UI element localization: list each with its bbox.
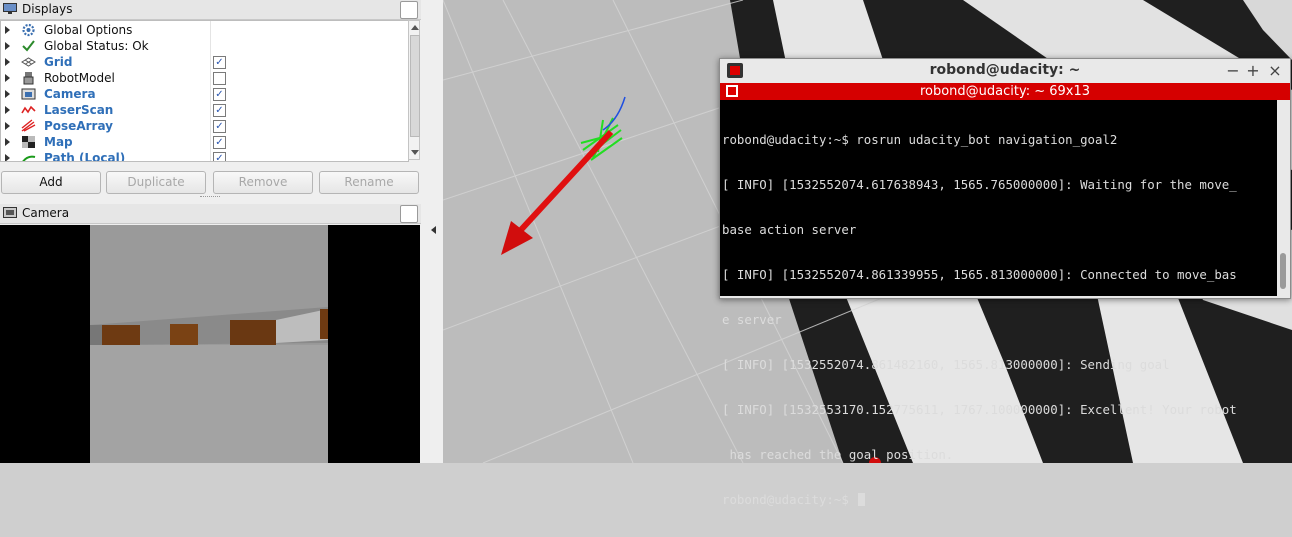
expand-arrow-icon[interactable] <box>5 58 10 66</box>
terminal-line: has reached the goal position. <box>722 447 954 462</box>
display-enabled-checkbox[interactable]: ✓ <box>213 88 226 101</box>
camera-image <box>0 225 420 463</box>
left-panel: Displays Global Options Global Status: Ok… <box>0 0 421 463</box>
expand-arrow-icon[interactable] <box>5 106 10 114</box>
terminal-line: e server <box>722 312 782 327</box>
displays-panel-header: Displays <box>0 0 421 20</box>
terminal-window[interactable]: robond@udacity: ~ − + × robond@udacity: … <box>719 58 1291 507</box>
display-item[interactable]: PoseArray ✓ <box>1 118 408 134</box>
display-item-label: Map <box>44 135 73 149</box>
terminal-scrollbar-thumb[interactable] <box>1280 253 1286 289</box>
terminal-line: robond@udacity:~$ rosrun udacity_bot nav… <box>722 132 1118 147</box>
display-item-label: RobotModel <box>44 71 115 85</box>
camera-panel-float-toggle[interactable] <box>400 205 418 223</box>
display-enabled-checkbox[interactable]: ✓ <box>213 120 226 133</box>
displays-tree-scrollbar[interactable] <box>408 20 420 160</box>
expand-arrow-icon[interactable] <box>5 138 10 146</box>
display-item[interactable]: Camera ✓ <box>1 86 408 102</box>
display-item[interactable]: Global Status: Ok <box>1 38 408 54</box>
scrollbar-thumb[interactable] <box>410 35 420 137</box>
minimize-button[interactable]: − <box>1225 61 1241 80</box>
display-item-label: PoseArray <box>44 119 113 133</box>
camera-scene <box>90 225 328 463</box>
display-enabled-checkbox[interactable]: ✓ <box>213 152 226 161</box>
terminal-window-title: robond@udacity: ~ <box>929 62 1081 78</box>
display-item-label: Path (Local) <box>44 151 126 162</box>
expand-arrow-icon[interactable] <box>5 122 10 130</box>
panel-resize-grip[interactable] <box>200 196 220 201</box>
display-item-label: Global Options <box>44 23 133 37</box>
terminal-line: [ INFO] [1532553170.152775611, 1767.1000… <box>722 402 1237 417</box>
scroll-up-icon[interactable] <box>411 25 419 30</box>
display-item[interactable]: LaserScan ✓ <box>1 102 408 118</box>
terminal-line: [ INFO] [1532552074.861339955, 1565.8130… <box>722 267 1237 282</box>
monitor-icon <box>3 3 17 14</box>
display-enabled-checkbox[interactable] <box>213 72 226 85</box>
display-enabled-checkbox[interactable]: ✓ <box>213 104 226 117</box>
display-item-label: Grid <box>44 55 73 69</box>
display-item[interactable]: Grid ✓ <box>1 54 408 70</box>
terminal-tab-title[interactable]: robond@udacity: ~ 69x13 <box>720 83 1290 100</box>
displays-panel-float-toggle[interactable] <box>400 1 418 19</box>
display-item[interactable]: Global Options <box>1 22 408 38</box>
terminal-cursor <box>858 493 866 506</box>
terminal-prompt: robond@udacity:~$ <box>722 492 857 507</box>
terminal-output: robond@udacity:~$ rosrun udacity_bot nav… <box>722 102 1237 537</box>
expand-arrow-icon[interactable] <box>5 42 10 50</box>
displays-tree: Global Options Global Status: Ok Grid ✓ Robo… <box>0 20 409 162</box>
maximize-button[interactable]: + <box>1245 61 1261 80</box>
remove-button[interactable]: Remove <box>213 171 313 194</box>
terminal-prompt-line: robond@udacity:~$ <box>722 492 1237 507</box>
camera-panel-header: Camera <box>0 204 421 224</box>
expand-arrow-icon[interactable] <box>5 154 10 161</box>
displays-panel-title: Displays <box>22 2 73 16</box>
display-enabled-checkbox[interactable]: ✓ <box>213 56 226 69</box>
display-item-label: LaserScan <box>44 103 114 117</box>
scroll-down-icon[interactable] <box>411 150 419 155</box>
display-item[interactable]: Map ✓ <box>1 134 408 150</box>
display-item[interactable]: Path (Local) ✓ <box>1 150 408 162</box>
panel-splitter[interactable] <box>421 0 443 463</box>
camera-panel-icon <box>3 207 17 218</box>
camera-panel-title: Camera <box>22 206 70 220</box>
terminal-line: [ INFO] [1532552074.861482160, 1565.8130… <box>722 357 1170 372</box>
add-button[interactable]: Add <box>1 171 101 194</box>
display-item-label: Camera <box>44 87 96 101</box>
display-item[interactable]: RobotModel <box>1 70 408 86</box>
terminal-line: [ INFO] [1532552074.617638943, 1565.7650… <box>722 177 1237 192</box>
expand-arrow-icon[interactable] <box>5 74 10 82</box>
terminal-titlebar[interactable]: robond@udacity: ~ − + × <box>720 59 1290 83</box>
terminal-tab-bar[interactable]: robond@udacity: ~ 69x13 <box>720 83 1290 100</box>
rename-button[interactable]: Rename <box>319 171 419 194</box>
display-enabled-checkbox[interactable]: ✓ <box>213 136 226 149</box>
close-button[interactable]: × <box>1267 61 1283 80</box>
terminal-screen[interactable]: robond@udacity:~$ rosrun udacity_bot nav… <box>720 100 1277 507</box>
terminal-scrollbar[interactable] <box>1277 100 1290 296</box>
duplicate-button[interactable]: Duplicate <box>106 171 206 194</box>
expand-arrow-icon[interactable] <box>5 90 10 98</box>
expand-arrow-icon[interactable] <box>5 26 10 34</box>
terminal-line: base action server <box>722 222 857 237</box>
collapse-left-arrow-icon[interactable] <box>431 226 436 234</box>
display-item-label: Global Status: Ok <box>44 39 149 53</box>
